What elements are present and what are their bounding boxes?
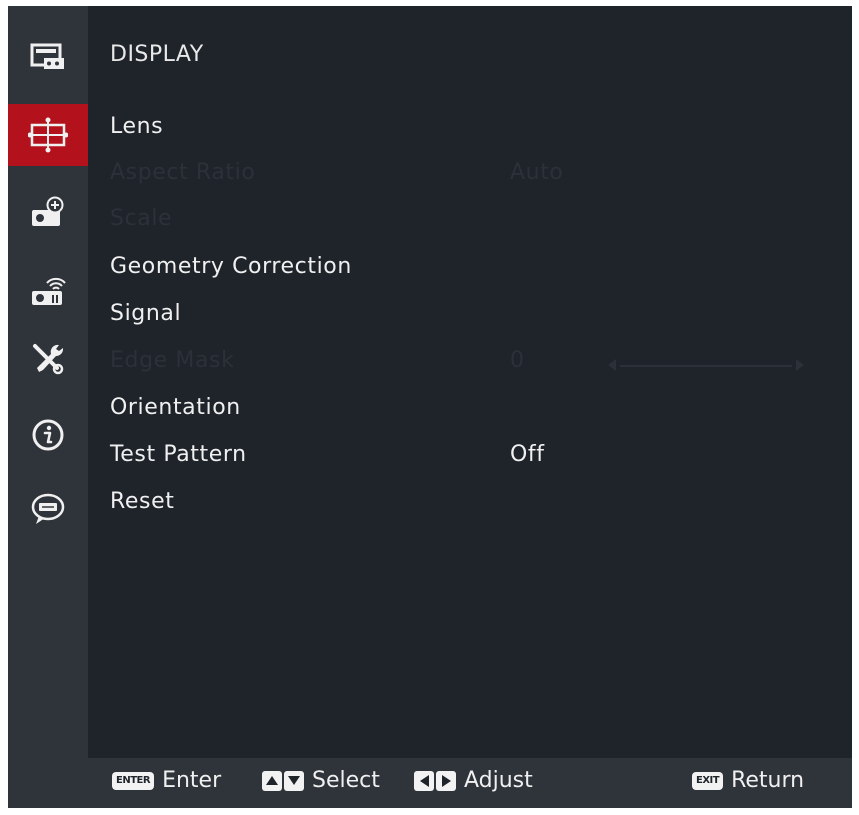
hint-select: Select <box>262 768 380 793</box>
menu-item-geometry-correction[interactable]: Geometry Correction <box>110 250 840 290</box>
sidebar-item-setup[interactable] <box>8 328 88 390</box>
chevron-right-icon <box>796 359 804 371</box>
arrow-down-icon <box>284 770 304 791</box>
menu-item-value: 0 <box>510 348 525 373</box>
sidebar-item-network[interactable] <box>8 260 88 322</box>
hint-enter: ENTER Enter <box>112 768 221 793</box>
arrow-left-icon <box>414 770 434 791</box>
hint-adjust: Adjust <box>414 768 533 793</box>
hint-enter-label: Enter <box>162 768 222 793</box>
sidebar-item-picture[interactable] <box>8 26 88 88</box>
main-panel: DISPLAY Lens Aspect Ratio Auto Scale Geo… <box>88 6 852 756</box>
sidebar-item-language[interactable] <box>8 478 88 540</box>
menu-item-label: Orientation <box>110 395 241 420</box>
language-abc-icon <box>31 493 65 524</box>
sidebar-item-projector-settings[interactable] <box>8 182 88 244</box>
menu-item-label: Scale <box>110 206 173 231</box>
menu-item-edge-mask: Edge Mask 0 <box>110 344 840 384</box>
projector-wifi-icon <box>32 277 66 305</box>
picture-icon <box>30 43 64 69</box>
hint-adjust-label: Adjust <box>464 768 533 793</box>
osd-menu: DISPLAY Lens Aspect Ratio Auto Scale Geo… <box>8 6 852 808</box>
hint-return-label: Return <box>731 768 805 793</box>
menu-item-label: Edge Mask <box>110 348 235 373</box>
menu-item-value: Off <box>510 442 545 467</box>
slider-track <box>620 365 792 367</box>
footer-hints: ENTER Enter Select Adjust EXIT Return <box>88 758 852 808</box>
page-title: DISPLAY <box>110 42 204 67</box>
tools-icon <box>33 344 64 375</box>
menu-item-value: Auto <box>510 160 564 185</box>
menu-item-scale: Scale <box>110 202 840 242</box>
chevron-left-icon <box>608 359 616 371</box>
menu-item-lens[interactable]: Lens <box>110 110 840 150</box>
projector-add-icon <box>32 196 64 226</box>
exit-key-badge: EXIT <box>692 771 724 790</box>
menu-item-label: Geometry Correction <box>110 254 352 279</box>
menu-item-label: Reset <box>110 489 175 514</box>
menu-item-reset[interactable]: Reset <box>110 485 840 525</box>
hint-select-label: Select <box>312 768 380 793</box>
menu-item-label: Test Pattern <box>110 442 247 467</box>
info-icon <box>32 419 64 451</box>
menu-item-orientation[interactable]: Orientation <box>110 391 840 431</box>
menu-item-aspect-ratio: Aspect Ratio Auto <box>110 156 840 196</box>
menu-item-test-pattern[interactable]: Test Pattern Off <box>110 438 840 478</box>
edge-mask-slider <box>608 359 804 371</box>
menu-item-label: Aspect Ratio <box>110 160 256 185</box>
arrow-up-icon <box>262 770 282 791</box>
sidebar-item-display[interactable] <box>8 104 88 166</box>
menu-item-label: Signal <box>110 301 182 326</box>
sidebar-item-information[interactable] <box>8 404 88 466</box>
sidebar <box>8 6 88 808</box>
display-icon <box>28 117 68 153</box>
menu-item-label: Lens <box>110 114 164 139</box>
hint-return: EXIT Return <box>692 768 804 793</box>
arrow-right-icon <box>436 770 456 791</box>
enter-key-badge: ENTER <box>112 771 155 790</box>
menu-item-signal[interactable]: Signal <box>110 297 840 337</box>
